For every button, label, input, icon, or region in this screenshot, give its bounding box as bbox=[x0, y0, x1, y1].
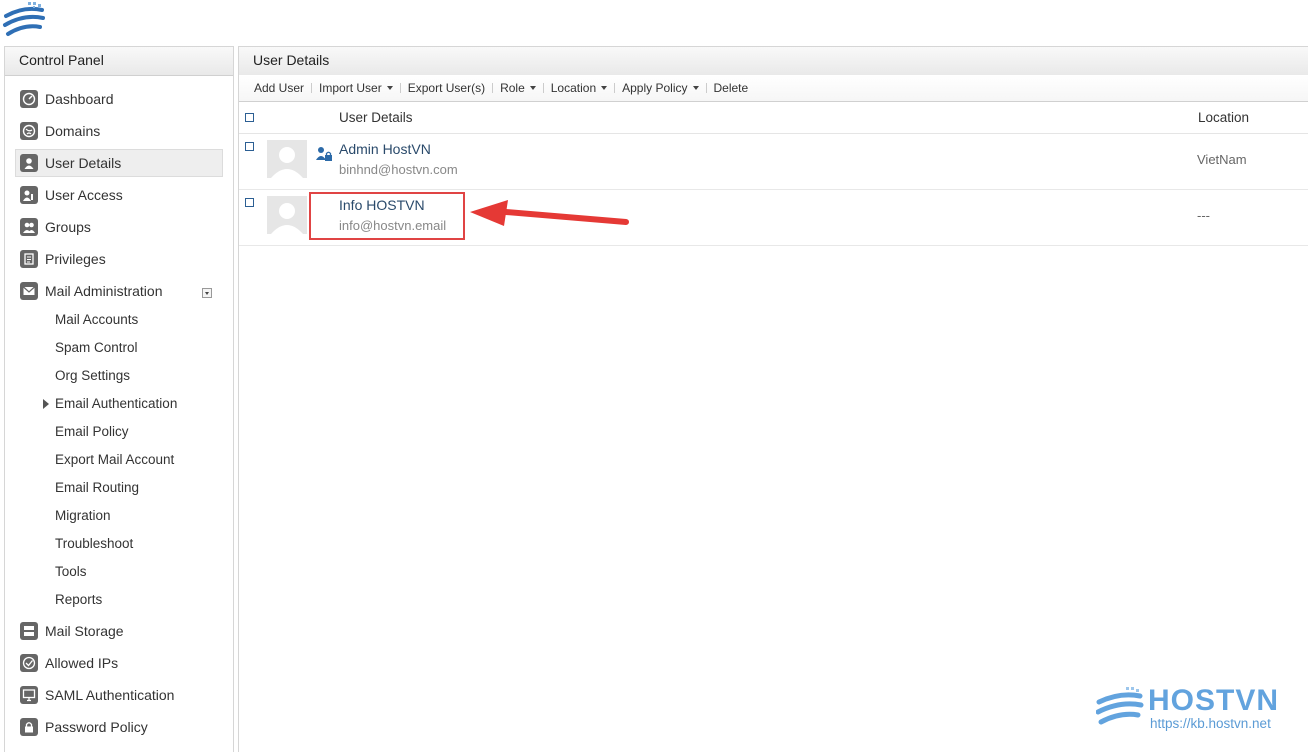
hostvn-watermark: HOSTVN https://kb.hostvn.net bbox=[1096, 684, 1286, 734]
user-details-panel: User Details Add User Import User Export… bbox=[238, 46, 1308, 752]
row-checkbox[interactable] bbox=[245, 142, 254, 151]
user-icon bbox=[20, 154, 38, 172]
ip-icon bbox=[20, 654, 38, 672]
user-location: --- bbox=[1197, 208, 1210, 223]
sidebar-subitem-migration[interactable]: Migration bbox=[55, 505, 111, 527]
sidebar-item-label: SAML Authentication bbox=[45, 687, 175, 703]
select-all-checkbox[interactable] bbox=[245, 113, 254, 122]
admin-lock-icon bbox=[316, 147, 332, 161]
sidebar-item-allowed-ips[interactable]: Allowed IPs bbox=[15, 649, 223, 677]
sidebar-item-user-details[interactable]: User Details bbox=[15, 149, 223, 177]
user-email: binhnd@hostvn.com bbox=[339, 162, 458, 177]
sidebar-subitem-email-policy[interactable]: Email Policy bbox=[55, 421, 129, 443]
column-header-user-details: User Details bbox=[339, 110, 413, 125]
export-users-button[interactable]: Export User(s) bbox=[401, 81, 492, 95]
sidebar-item-label: Dashboard bbox=[45, 91, 114, 107]
sidebar-item-user-access[interactable]: User Access bbox=[15, 181, 223, 209]
apply-policy-label: Apply Policy bbox=[622, 81, 688, 95]
sidebar-item-label: User Access bbox=[45, 187, 123, 203]
user-name-link[interactable]: Info HOSTVN bbox=[339, 197, 425, 213]
add-user-label: Add User bbox=[254, 81, 305, 95]
delete-button[interactable]: Delete bbox=[707, 81, 756, 95]
watermark-url: https://kb.hostvn.net bbox=[1150, 716, 1271, 731]
sidebar-subitem-email-authentication[interactable]: Email Authentication bbox=[55, 393, 177, 415]
add-user-button[interactable]: Add User bbox=[239, 81, 311, 95]
user-email: info@hostvn.email bbox=[339, 218, 447, 233]
sidebar-item-label: Allowed IPs bbox=[45, 655, 119, 671]
sidebar-item-groups[interactable]: Groups bbox=[15, 213, 223, 241]
sidebar-item-saml-authentication[interactable]: SAML Authentication bbox=[15, 681, 223, 709]
sidebar-subitem-email-routing[interactable]: Email Routing bbox=[55, 477, 139, 499]
row-checkbox[interactable] bbox=[245, 198, 254, 207]
collapse-mail-admin-button[interactable] bbox=[202, 288, 212, 298]
document-icon bbox=[20, 250, 38, 268]
sidebar-subitem-mail-accounts[interactable]: Mail Accounts bbox=[55, 309, 138, 331]
sidebar-item-domains[interactable]: Domains bbox=[15, 117, 223, 145]
column-header-location: Location bbox=[1198, 110, 1250, 125]
sidebar-title: Control Panel bbox=[5, 47, 233, 76]
sidebar-item-label: Password Policy bbox=[45, 719, 148, 735]
sidebar-item-mail-administration[interactable]: Mail Administration bbox=[15, 277, 223, 305]
role-dropdown[interactable]: Role bbox=[493, 81, 543, 95]
table-header: User Details Location bbox=[239, 103, 1308, 134]
user-name-link[interactable]: Admin HostVN bbox=[339, 141, 431, 157]
monitor-icon bbox=[20, 686, 38, 704]
storage-icon bbox=[20, 622, 38, 640]
page-title: User Details bbox=[239, 47, 1308, 76]
sidebar-item-label: Mail Administration bbox=[45, 283, 163, 299]
import-user-label: Import User bbox=[319, 81, 382, 95]
sidebar-subitem-spam-control[interactable]: Spam Control bbox=[55, 337, 138, 359]
location-label: Location bbox=[550, 81, 597, 95]
sidebar-item-label: Privileges bbox=[45, 251, 106, 267]
sidebar-item-mail-storage[interactable]: Mail Storage bbox=[15, 617, 223, 645]
dashboard-icon bbox=[20, 90, 38, 108]
user-key-icon bbox=[20, 186, 38, 204]
lock-icon bbox=[20, 718, 38, 736]
sidebar-subitem-reports[interactable]: Reports bbox=[55, 589, 102, 611]
watermark-brand: HOSTVN bbox=[1148, 684, 1280, 717]
chevron-down-icon bbox=[601, 86, 608, 90]
user-location: VietNam bbox=[1197, 152, 1247, 167]
sidebar-item-label: Groups bbox=[45, 219, 91, 235]
chevron-down-icon bbox=[386, 86, 393, 90]
sidebar-subitem-org-settings[interactable]: Org Settings bbox=[55, 365, 130, 387]
apply-policy-dropdown[interactable]: Apply Policy bbox=[615, 81, 705, 95]
export-users-label: Export User(s) bbox=[407, 81, 486, 95]
sidebar-item-password-policy[interactable]: Password Policy bbox=[15, 713, 223, 741]
avatar bbox=[267, 140, 307, 178]
sidebar-item-label: Domains bbox=[45, 123, 101, 139]
role-label: Role bbox=[500, 81, 525, 95]
expand-caret-icon[interactable] bbox=[43, 399, 49, 409]
chevron-down-icon bbox=[692, 86, 699, 90]
toolbar: Add User Import User Export User(s) Role… bbox=[239, 75, 1308, 102]
sidebar-subitem-troubleshoot[interactable]: Troubleshoot bbox=[55, 533, 133, 555]
sidebar-item-dashboard[interactable]: Dashboard bbox=[15, 85, 223, 113]
annotation-arrow-icon bbox=[470, 200, 629, 226]
globe-icon bbox=[20, 122, 38, 140]
group-icon bbox=[20, 218, 38, 236]
sidebar-subitem-export-mail-account[interactable]: Export Mail Account bbox=[55, 449, 174, 471]
table-row[interactable]: Admin HostVN binhnd@hostvn.com VietNam bbox=[239, 133, 1308, 190]
chevron-down-icon bbox=[529, 86, 536, 90]
hostvn-logo-icon bbox=[1096, 687, 1144, 725]
import-user-dropdown[interactable]: Import User bbox=[312, 81, 400, 95]
control-panel-sidebar: Control Panel Dashboard Domains User Det… bbox=[4, 46, 234, 752]
delete-label: Delete bbox=[713, 81, 749, 95]
mail-icon bbox=[20, 282, 38, 300]
table-row[interactable]: Info HOSTVN info@hostvn.email --- bbox=[239, 189, 1308, 246]
sidebar-item-label: Mail Storage bbox=[45, 623, 124, 639]
sidebar-subitem-tools[interactable]: Tools bbox=[55, 561, 87, 583]
sidebar-item-label: User Details bbox=[45, 155, 122, 171]
location-dropdown[interactable]: Location bbox=[544, 81, 614, 95]
sidebar-item-privileges[interactable]: Privileges bbox=[15, 245, 223, 273]
app-logo bbox=[3, 2, 45, 36]
avatar bbox=[267, 196, 307, 234]
